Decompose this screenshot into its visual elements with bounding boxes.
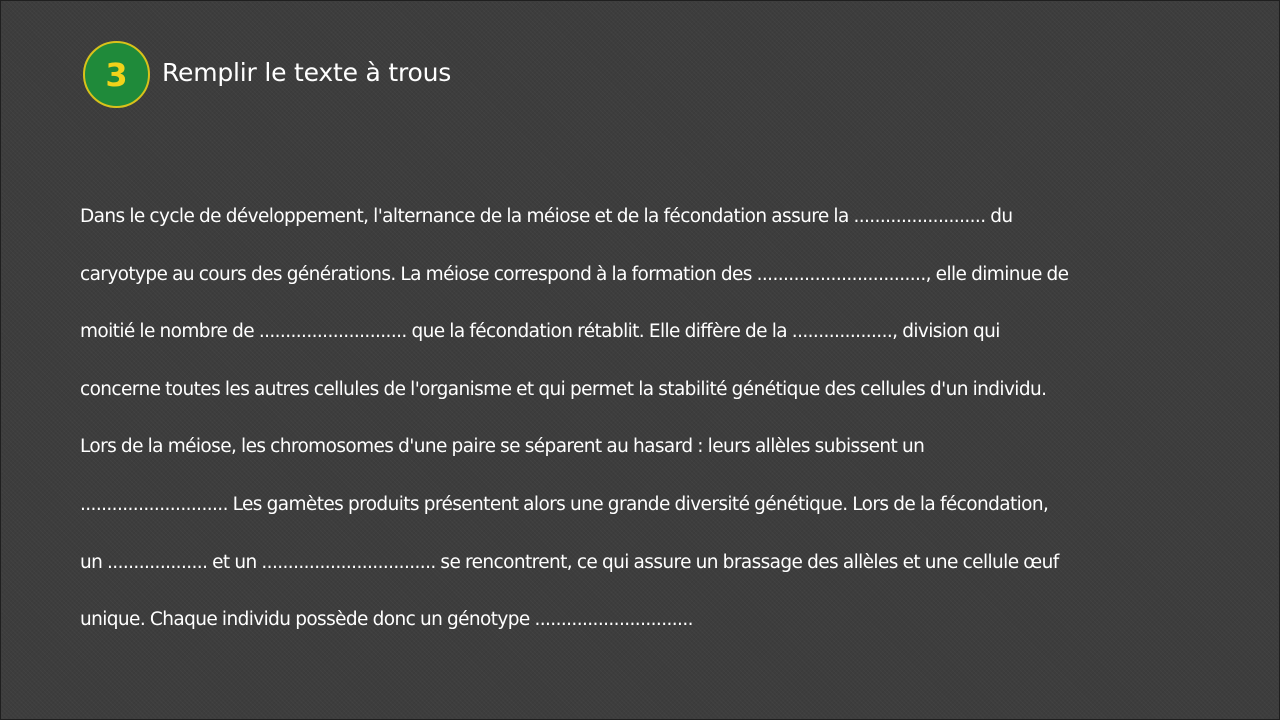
text-line-3: moitié le nombre de ....................… <box>80 321 1000 343</box>
text-line-8: unique. Chaque individu possède donc un … <box>80 609 693 631</box>
text-line-1: Dans le cycle de développement, l'altern… <box>80 206 1013 227</box>
text-line-5: Lors de la méiose, les chromosomes d'une… <box>80 436 925 458</box>
text-line-4: concerne toutes les autres cellules de l… <box>80 378 1047 400</box>
text-line-2: caryotype au cours des générations. La m… <box>80 263 1069 285</box>
step-number: 3 <box>105 55 128 94</box>
fill-in-the-blank-text: Dans le cycle de développement, l'altern… <box>80 188 1220 649</box>
step-number-badge: 3 <box>83 41 150 108</box>
text-line-7: un ................... et un ...........… <box>80 551 1059 573</box>
slide-title: Remplir le texte à trous <box>162 58 452 87</box>
text-line-6: ............................ Les gamètes… <box>80 493 1049 515</box>
